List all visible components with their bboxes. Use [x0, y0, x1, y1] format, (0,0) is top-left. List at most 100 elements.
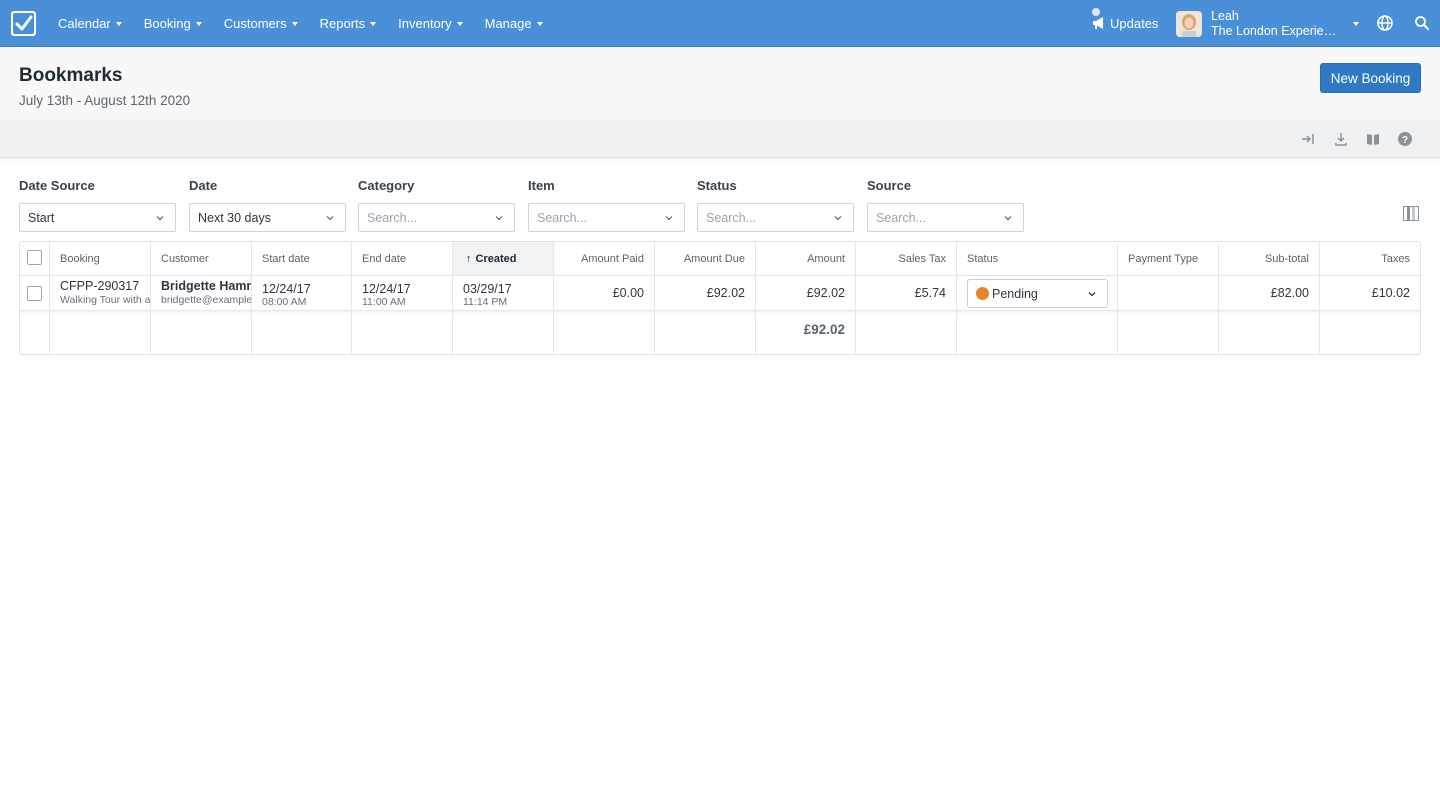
select-all-cell: [20, 242, 49, 275]
nav-customers-label: Customers: [223, 16, 287, 31]
booking-id[interactable]: CFPP-290317: [60, 279, 140, 294]
user-menu[interactable]: Leah The London Experience Company: [1176, 9, 1359, 39]
category-search-select[interactable]: Search...: [358, 203, 515, 232]
download-icon[interactable]: [1333, 131, 1349, 147]
status-value: Pending: [992, 286, 1038, 301]
app-logo-icon[interactable]: [11, 11, 36, 36]
total-cell: [1319, 311, 1420, 354]
total-cell: [1117, 311, 1218, 354]
nav-inventory[interactable]: Inventory: [387, 16, 473, 31]
chevron-down-icon: [326, 216, 334, 221]
chevron-down-icon: [456, 21, 463, 26]
filter-label: Status: [697, 178, 737, 193]
created-cell: 03/29/17 11:14 PM: [452, 276, 553, 310]
chevron-down-icon: [1353, 22, 1359, 26]
column-header-created[interactable]: ↑ Created: [452, 242, 553, 275]
column-label: Created: [475, 252, 517, 265]
svg-text:?: ?: [1402, 135, 1408, 146]
nav-booking-label: Booking: [143, 16, 191, 31]
nav-manage-label: Manage: [484, 16, 532, 31]
total-cell: [855, 311, 956, 354]
column-label: Status: [967, 252, 999, 265]
column-label: Sub-total: [1264, 252, 1309, 265]
column-header-payment-type[interactable]: Payment Type: [1117, 242, 1218, 275]
columns-icon[interactable]: [1403, 206, 1419, 221]
column-header-status[interactable]: Status: [956, 242, 1117, 275]
select-value: Next 30 days: [198, 210, 271, 225]
column-header-booking[interactable]: Booking: [49, 242, 150, 275]
table-row[interactable]: CFPP-290317 Walking Tour with a Guide Br…: [20, 276, 1420, 311]
column-header-start-date[interactable]: Start date: [251, 242, 351, 275]
avatar: [1176, 11, 1202, 37]
report-toolbar: ?: [0, 120, 1440, 158]
column-header-amount-due[interactable]: Amount Due: [654, 242, 755, 275]
total-cell: [654, 311, 755, 354]
date-select[interactable]: Next 30 days: [189, 203, 346, 232]
amount-cell: £92.02: [755, 276, 855, 310]
total-cell: [956, 311, 1117, 354]
filter-label: Category: [358, 178, 415, 193]
customer-name[interactable]: Bridgette Hammond: [161, 279, 251, 294]
row-checkbox[interactable]: [27, 286, 42, 301]
book-icon[interactable]: [1365, 131, 1381, 147]
status-search-select[interactable]: Search...: [697, 203, 854, 232]
total-cell: [1218, 311, 1319, 354]
new-booking-button[interactable]: New Booking: [1320, 63, 1421, 93]
date-source-select[interactable]: Start: [19, 203, 176, 232]
booking-item: Walking Tour with a Guide: [60, 294, 150, 306]
export-icon[interactable]: [1300, 131, 1316, 147]
total-cell: [20, 311, 49, 354]
notification-dot: [1092, 8, 1100, 16]
date-range-subtitle: July 13th - August 12th 2020: [19, 93, 191, 108]
column-header-end-date[interactable]: End date: [351, 242, 452, 275]
select-placeholder: Search...: [537, 210, 588, 225]
nav-customers[interactable]: Customers: [213, 16, 309, 31]
booking-cell[interactable]: CFPP-290317 Walking Tour with a Guide: [49, 276, 150, 310]
filter-item: Item Search...: [528, 178, 685, 232]
item-search-select[interactable]: Search...: [528, 203, 685, 232]
nav-booking[interactable]: Booking: [133, 16, 213, 31]
updates-button[interactable]: Updates: [1092, 8, 1158, 38]
globe-icon[interactable]: [1376, 14, 1394, 32]
filter-source: Source Search...: [867, 178, 1024, 232]
filter-status: Status Search...: [697, 178, 854, 232]
column-header-subtotal[interactable]: Sub-total: [1218, 242, 1319, 275]
filter-label: Date Source: [19, 178, 95, 193]
page-title: Bookmarks: [19, 65, 123, 86]
nav-reports-label: Reports: [319, 16, 366, 31]
bookings-table: Booking Customer Start date End date ↑ Cr…: [19, 241, 1421, 355]
filter-label: Date: [189, 178, 218, 193]
chevron-down-icon: [536, 21, 543, 26]
nav-inventory-label: Inventory: [398, 16, 452, 31]
chevron-down-icon: [1088, 292, 1096, 297]
sales-tax-cell: £5.74: [855, 276, 956, 310]
column-label: Start date: [262, 252, 310, 265]
select-placeholder: Search...: [876, 210, 927, 225]
select-placeholder: Search...: [706, 210, 757, 225]
search-icon[interactable]: [1413, 14, 1431, 32]
row-select-cell: [20, 276, 49, 310]
nav-reports[interactable]: Reports: [309, 16, 388, 31]
column-label: Payment Type: [1128, 252, 1199, 265]
select-all-checkbox[interactable]: [27, 250, 42, 265]
help-icon[interactable]: ?: [1397, 131, 1413, 147]
column-header-customer[interactable]: Customer: [150, 242, 251, 275]
nav-manage[interactable]: Manage: [474, 16, 554, 31]
column-header-amount[interactable]: Amount: [755, 242, 855, 275]
column-header-amount-paid[interactable]: Amount Paid: [553, 242, 654, 275]
source-search-select[interactable]: Search...: [867, 203, 1024, 232]
total-cell: [251, 311, 351, 354]
status-select[interactable]: Pending: [967, 279, 1108, 308]
chevron-down-icon: [495, 216, 503, 221]
amount-due-cell: £92.02: [654, 276, 755, 310]
main-menu: Calendar Booking Customers Reports Inven…: [47, 0, 554, 47]
nav-calendar[interactable]: Calendar: [47, 16, 133, 31]
column-header-sales-tax[interactable]: Sales Tax: [855, 242, 956, 275]
column-label: Taxes: [1381, 252, 1410, 265]
end-time: 11:00 AM: [362, 296, 406, 308]
table-totals-row: £92.02: [20, 311, 1420, 354]
created-time: 11:14 PM: [463, 296, 508, 308]
column-header-taxes[interactable]: Taxes: [1319, 242, 1420, 275]
top-navbar: Calendar Booking Customers Reports Inven…: [0, 0, 1440, 47]
customer-cell[interactable]: Bridgette Hammond bridgette@example.com: [150, 276, 251, 310]
